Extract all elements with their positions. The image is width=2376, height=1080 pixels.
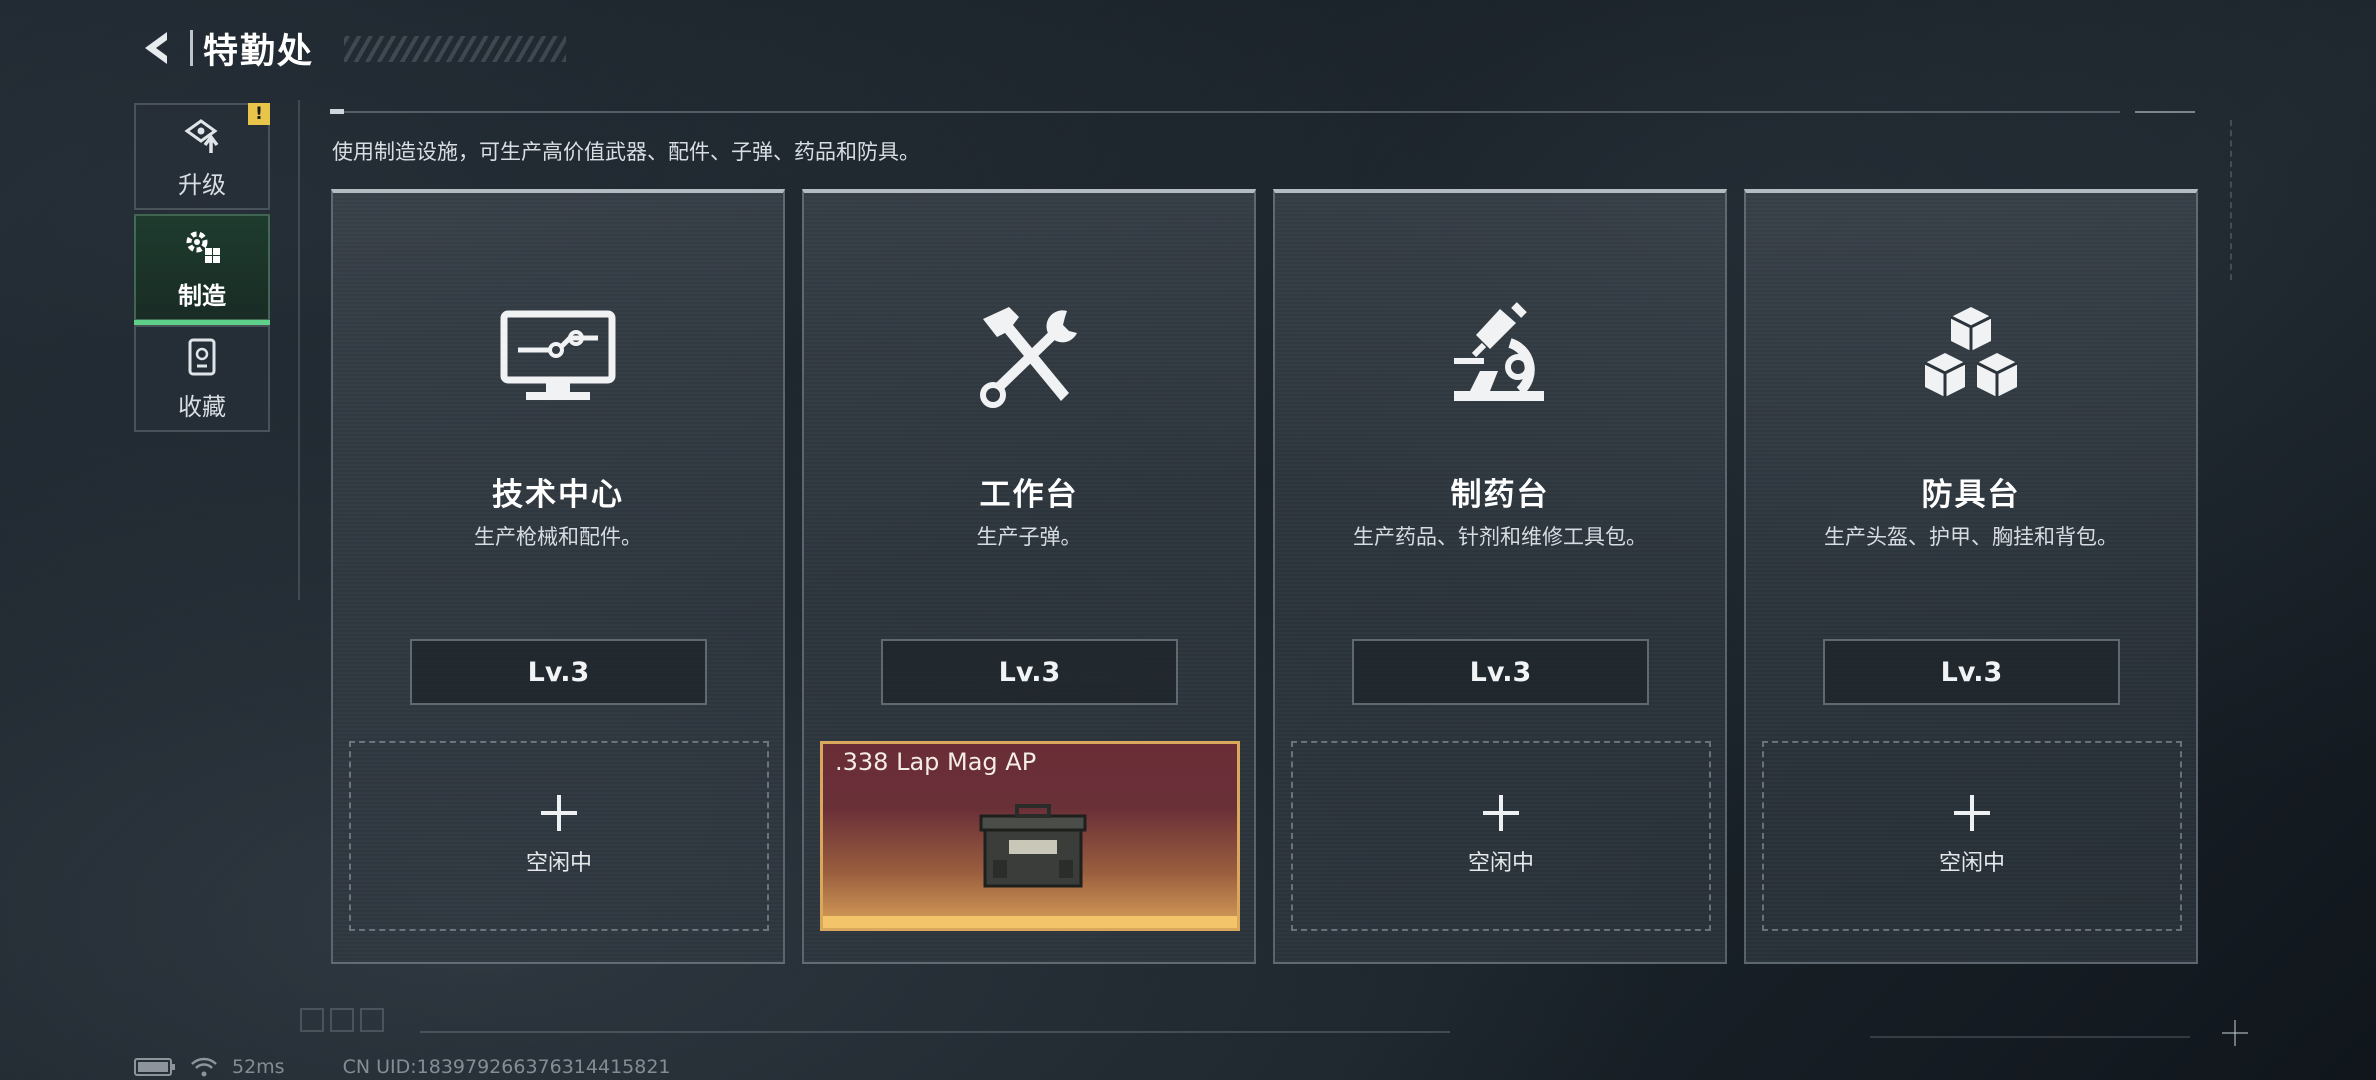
header-divider bbox=[190, 30, 193, 66]
sidebar-item-collection[interactable]: 收藏 bbox=[134, 325, 270, 432]
card-description: 生产药品、针剂和维修工具包。 bbox=[1353, 525, 1647, 549]
ping-value: 52ms bbox=[232, 1056, 285, 1078]
card-title: 防具台 bbox=[1921, 477, 2021, 513]
back-arrow-icon bbox=[145, 32, 167, 64]
sidebar-item-label: 升级 bbox=[178, 171, 226, 199]
battery-icon bbox=[134, 1058, 175, 1076]
frame-line bbox=[298, 100, 300, 600]
production-slot-active[interactable]: .338 Lap Mag AP bbox=[820, 741, 1240, 931]
cubes-icon bbox=[1906, 301, 2036, 411]
facility-card-pharmacy[interactable]: 制药台 生产药品、针剂和维修工具包。 Lv.3 空闲中 bbox=[1273, 189, 1727, 964]
production-slot-idle[interactable]: 空闲中 bbox=[349, 741, 769, 931]
alert-badge: ! bbox=[248, 103, 270, 125]
user-uid: CN UID:1839792663763144158​21 bbox=[342, 1056, 671, 1078]
upgrade-icon bbox=[180, 113, 224, 157]
plus-icon bbox=[541, 795, 577, 831]
production-slot-idle[interactable]: 空闲中 bbox=[1762, 741, 2182, 931]
frame-line bbox=[1870, 1036, 2190, 1038]
gear-cube-icon bbox=[180, 224, 224, 268]
back-button[interactable] bbox=[134, 25, 180, 71]
facility-cards: 技术中心 生产枪械和配件。 Lv.3 空闲中 工作台 生产子弹。 Lv.3 .3… bbox=[331, 189, 2198, 964]
page-description: 使用制造设施，可生产高价值武器、配件、子弹、药品和防具。 bbox=[332, 140, 920, 164]
sidebar-item-craft[interactable]: 制造 bbox=[134, 214, 270, 325]
facility-card-armor-bench[interactable]: 防具台 生产头盔、护甲、胸挂和背包。 Lv.3 空闲中 bbox=[1744, 189, 2198, 964]
page-header: 特勤处 bbox=[134, 24, 566, 72]
plus-icon bbox=[1483, 795, 1519, 831]
facility-card-tech-center[interactable]: 技术中心 生产枪械和配件。 Lv.3 空闲中 bbox=[331, 189, 785, 964]
sidebar-item-upgrade[interactable]: ! 升级 bbox=[134, 103, 270, 210]
slot-status: 空闲中 bbox=[1467, 851, 1534, 876]
monitor-circuit-icon bbox=[493, 301, 623, 411]
slot-status: 空闲中 bbox=[1938, 851, 2005, 876]
collection-icon bbox=[180, 335, 224, 379]
ammo-box-icon bbox=[979, 804, 1087, 888]
decoration-squares bbox=[300, 1008, 384, 1032]
slot-status: 空闲中 bbox=[525, 851, 592, 876]
level-badge: Lv.3 bbox=[1352, 639, 1649, 705]
card-title: 工作台 bbox=[979, 477, 1079, 513]
production-progress-bar bbox=[823, 916, 1237, 928]
level-badge: Lv.3 bbox=[881, 639, 1178, 705]
card-description: 生产枪械和配件。 bbox=[474, 525, 642, 549]
hammer-wrench-icon bbox=[964, 301, 1094, 411]
sidebar: ! 升级 制造 收藏 bbox=[134, 103, 272, 436]
wifi-icon bbox=[191, 1057, 217, 1077]
corner-plus-decoration bbox=[2222, 1020, 2248, 1046]
frame-line bbox=[2230, 120, 2232, 280]
page-title: 特勤处 bbox=[203, 31, 315, 72]
item-name: .338 Lap Mag AP bbox=[835, 748, 1037, 776]
production-slot-idle[interactable]: 空闲中 bbox=[1291, 741, 1711, 931]
card-description: 生产子弹。 bbox=[976, 525, 1082, 549]
facility-card-workbench[interactable]: 工作台 生产子弹。 Lv.3 .338 Lap Mag AP bbox=[802, 189, 1256, 964]
card-title: 技术中心 bbox=[492, 477, 624, 513]
frame-line bbox=[330, 109, 2120, 114]
sidebar-item-label: 收藏 bbox=[178, 393, 226, 421]
microscope-icon bbox=[1435, 301, 1565, 411]
card-description: 生产头盔、护甲、胸挂和背包。 bbox=[1824, 525, 2118, 549]
frame-line bbox=[2135, 111, 2195, 113]
status-bar: 52ms CN UID:1839792663763144158​21 bbox=[134, 1054, 671, 1080]
card-title: 制药台 bbox=[1450, 477, 1550, 513]
plus-icon bbox=[1954, 795, 1990, 831]
level-badge: Lv.3 bbox=[1823, 639, 2120, 705]
level-badge: Lv.3 bbox=[410, 639, 707, 705]
frame-line bbox=[420, 1031, 1450, 1033]
sidebar-item-label: 制造 bbox=[178, 282, 226, 310]
header-decoration bbox=[344, 36, 566, 62]
